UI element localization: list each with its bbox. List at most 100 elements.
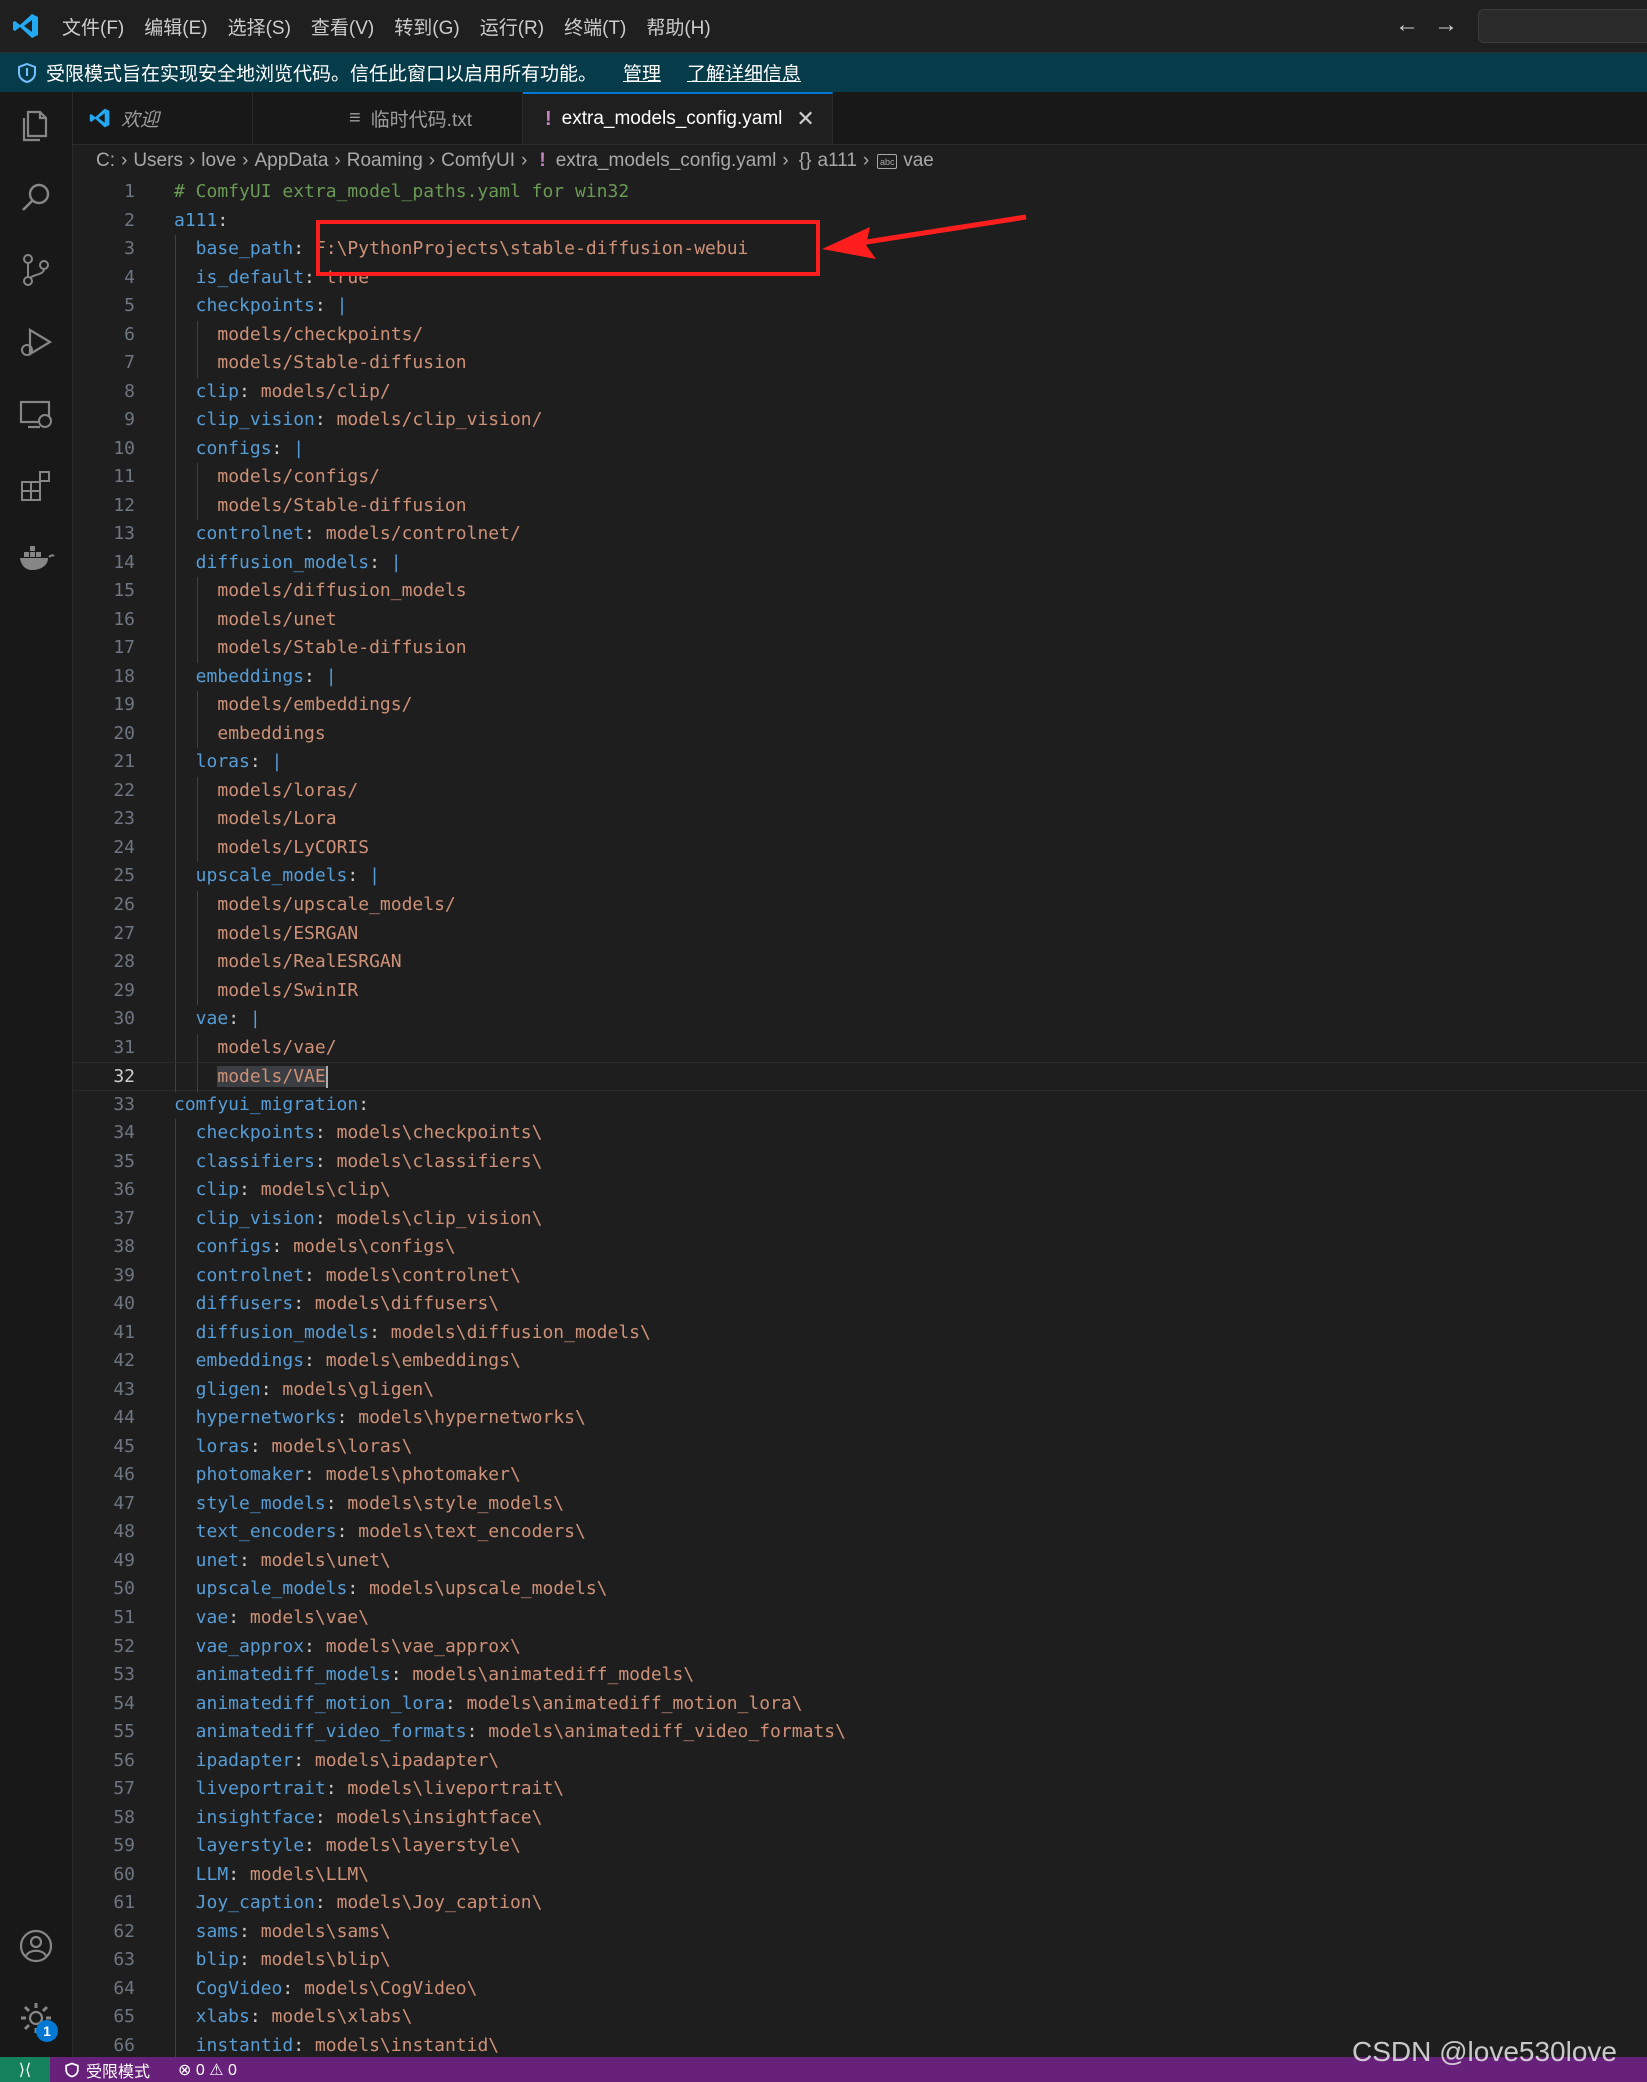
code-line[interactable]: 4 is_default: true	[73, 263, 1647, 293]
forward-arrow-icon[interactable]: →	[1433, 12, 1459, 38]
code-line[interactable]: 48 text_encoders: models\text_encoders\	[73, 1518, 1647, 1547]
code-line[interactable]: 14 diffusion_models: |	[73, 548, 1647, 578]
code-line[interactable]: 34 checkpoints: models\checkpoints\	[73, 1119, 1647, 1148]
code-line[interactable]: 28 models/RealESRGAN	[73, 948, 1647, 977]
code-line[interactable]: 40 diffusers: models\diffusers\	[73, 1290, 1647, 1319]
menu-selection[interactable]: 选择(S)	[220, 7, 299, 46]
code-line[interactable]: 41 diffusion_models: models\diffusion_mod…	[73, 1318, 1647, 1348]
code-line[interactable]: 33 comfyui_migration:	[73, 1091, 1647, 1120]
code-line[interactable]: 30 vae: |	[73, 1005, 1647, 1034]
code-line[interactable]: 9 clip_vision: models/clip_vision/	[73, 406, 1647, 435]
banner-learn-more-link[interactable]: 了解详细信息	[687, 59, 801, 86]
code-line[interactable]: 39 controlnet: models\controlnet\	[73, 1261, 1647, 1291]
remote-indicator[interactable]: ⟩⟨	[0, 2057, 50, 2082]
breadcrumb-appdata[interactable]: AppData	[254, 150, 328, 172]
breadcrumb-file[interactable]: extra_models_config.yaml	[556, 150, 777, 172]
back-arrow-icon[interactable]: ←	[1394, 12, 1420, 38]
code-line[interactable]: 20 embeddings	[73, 719, 1647, 749]
code-line[interactable]: 53 animatediff_models: models\animatediff…	[73, 1661, 1647, 1690]
code-line[interactable]: 16 models/unet	[73, 605, 1647, 635]
code-line[interactable]: 36 clip: models\clip\	[73, 1176, 1647, 1205]
code-line[interactable]: 46 photomaker: models\photomaker\	[73, 1461, 1647, 1490]
code-line[interactable]: 38 configs: models\configs\	[73, 1233, 1647, 1262]
code-line[interactable]: 37 clip_vision: models\clip_vision\	[73, 1204, 1647, 1234]
docker-icon[interactable]	[16, 538, 56, 578]
breadcrumb-symbol-a111[interactable]: a111	[817, 150, 856, 172]
code-line[interactable]: 26 models/upscale_models/	[73, 891, 1647, 920]
code-line[interactable]: 35 classifiers: models\classifiers\	[73, 1147, 1647, 1177]
problems-status[interactable]: ⊗ 0 ⚠ 0	[178, 2060, 237, 2080]
code-line[interactable]: 58 insightface: models\insightface\	[73, 1803, 1647, 1833]
breadcrumb-symbol-vae[interactable]: vae	[903, 150, 934, 172]
code-line[interactable]: 17 models/Stable-diffusion	[73, 634, 1647, 663]
code-line[interactable]: 1 # ComfyUI extra_model_paths.yaml for wi…	[73, 178, 1647, 207]
code-line[interactable]: 47 style_models: models\style_models\	[73, 1489, 1647, 1519]
code-line[interactable]: 61 Joy_caption: models\Joy_caption\	[73, 1889, 1647, 1918]
code-line[interactable]: 23 models/Lora	[73, 805, 1647, 834]
breadcrumb-comfyui[interactable]: ComfyUI	[441, 150, 515, 172]
code-line[interactable]: 8 clip: models/clip/	[73, 377, 1647, 407]
tab-welcome[interactable]: 欢迎	[73, 92, 253, 144]
code-line[interactable]: 55 animatediff_video_formats: models\anim…	[73, 1718, 1647, 1747]
code-line[interactable]: 19 models/embeddings/	[73, 691, 1647, 720]
menu-run[interactable]: 运行(R)	[472, 7, 552, 46]
menu-terminal[interactable]: 终端(T)	[556, 7, 634, 46]
code-line[interactable]: 32 models/VAE	[73, 1062, 1647, 1092]
restricted-mode-status[interactable]: 受限模式	[64, 2058, 150, 2082]
explorer-icon[interactable]	[16, 106, 56, 146]
menu-edit[interactable]: 编辑(E)	[136, 7, 215, 46]
code-line[interactable]: 11 models/configs/	[73, 463, 1647, 492]
banner-manage-link[interactable]: 管理	[623, 59, 661, 86]
code-line[interactable]: 45 loras: models\loras\	[73, 1432, 1647, 1462]
code-line[interactable]: 59 layerstyle: models\layerstyle\	[73, 1832, 1647, 1861]
code-line[interactable]: 7 models/Stable-diffusion	[73, 349, 1647, 378]
code-line[interactable]: 54 animatediff_motion_lora: models\animat…	[73, 1689, 1647, 1719]
tab-extra-models-config[interactable]: ! extra_models_config.yaml ✕	[523, 92, 833, 144]
breadcrumb-love[interactable]: love	[201, 150, 236, 172]
code-line[interactable]: 13 controlnet: models/controlnet/	[73, 520, 1647, 549]
account-icon[interactable]	[16, 1926, 56, 1966]
code-line[interactable]: 65 xlabs: models\xlabs\	[73, 2003, 1647, 2032]
close-icon[interactable]: ✕	[796, 106, 814, 132]
menu-file[interactable]: 文件(F)	[54, 7, 132, 46]
code-line[interactable]: 63 blip: models\blip\	[73, 1946, 1647, 1975]
menu-help[interactable]: 帮助(H)	[638, 7, 718, 46]
extensions-icon[interactable]	[16, 466, 56, 506]
code-line[interactable]: 49 unet: models\unet\	[73, 1546, 1647, 1576]
code-editor[interactable]: 1 # ComfyUI extra_model_paths.yaml for wi…	[73, 178, 1647, 2057]
code-line[interactable]: 18 embeddings: |	[73, 662, 1647, 692]
code-line[interactable]: 31 models/vae/	[73, 1033, 1647, 1063]
code-line[interactable]: 52 vae_approx: models\vae_approx\	[73, 1632, 1647, 1662]
code-line[interactable]: 22 models/loras/	[73, 776, 1647, 806]
breadcrumb-users[interactable]: Users	[133, 150, 183, 172]
menu-go[interactable]: 转到(G)	[386, 7, 467, 46]
tab-temp-code[interactable]: ≡ 临时代码.txt	[253, 92, 523, 144]
code-line[interactable]: 27 models/ESRGAN	[73, 919, 1647, 949]
code-line[interactable]: 6 models/checkpoints/	[73, 320, 1647, 350]
code-line[interactable]: 56 ipadapter: models\ipadapter\	[73, 1746, 1647, 1776]
source-control-icon[interactable]	[16, 250, 56, 290]
remote-explorer-icon[interactable]	[16, 394, 56, 434]
menu-view[interactable]: 查看(V)	[303, 7, 382, 46]
code-line[interactable]: 60 LLM: models\LLM\	[73, 1860, 1647, 1890]
code-line[interactable]: 10 configs: |	[73, 434, 1647, 464]
code-line[interactable]: 64 CogVideo: models\CogVideo\	[73, 1974, 1647, 2004]
code-line[interactable]: 12 models/Stable-diffusion	[73, 491, 1647, 521]
code-line[interactable]: 57 liveportrait: models\liveportrait\	[73, 1775, 1647, 1804]
code-line[interactable]: 43 gligen: models\gligen\	[73, 1375, 1647, 1405]
code-line[interactable]: 50 upscale_models: models\upscale_models\	[73, 1575, 1647, 1604]
code-line[interactable]: 51 vae: models\vae\	[73, 1604, 1647, 1633]
code-line[interactable]: 24 models/LyCORIS	[73, 833, 1647, 863]
breadcrumb-drive[interactable]: C:	[96, 150, 115, 172]
code-line[interactable]: 25 upscale_models: |	[73, 862, 1647, 891]
search-icon[interactable]	[16, 178, 56, 218]
code-line[interactable]: 62 sams: models\sams\	[73, 1917, 1647, 1947]
code-line[interactable]: 29 models/SwinIR	[73, 976, 1647, 1006]
code-line[interactable]: 21 loras: |	[73, 748, 1647, 777]
code-line[interactable]: 15 models/diffusion_models	[73, 577, 1647, 606]
run-debug-icon[interactable]	[16, 322, 56, 362]
breadcrumb-roaming[interactable]: Roaming	[347, 150, 423, 172]
code-line[interactable]: 5 checkpoints: |	[73, 292, 1647, 321]
code-line[interactable]: 44 hypernetworks: models\hypernetworks\	[73, 1404, 1647, 1433]
code-line[interactable]: 42 embeddings: models\embeddings\	[73, 1347, 1647, 1376]
